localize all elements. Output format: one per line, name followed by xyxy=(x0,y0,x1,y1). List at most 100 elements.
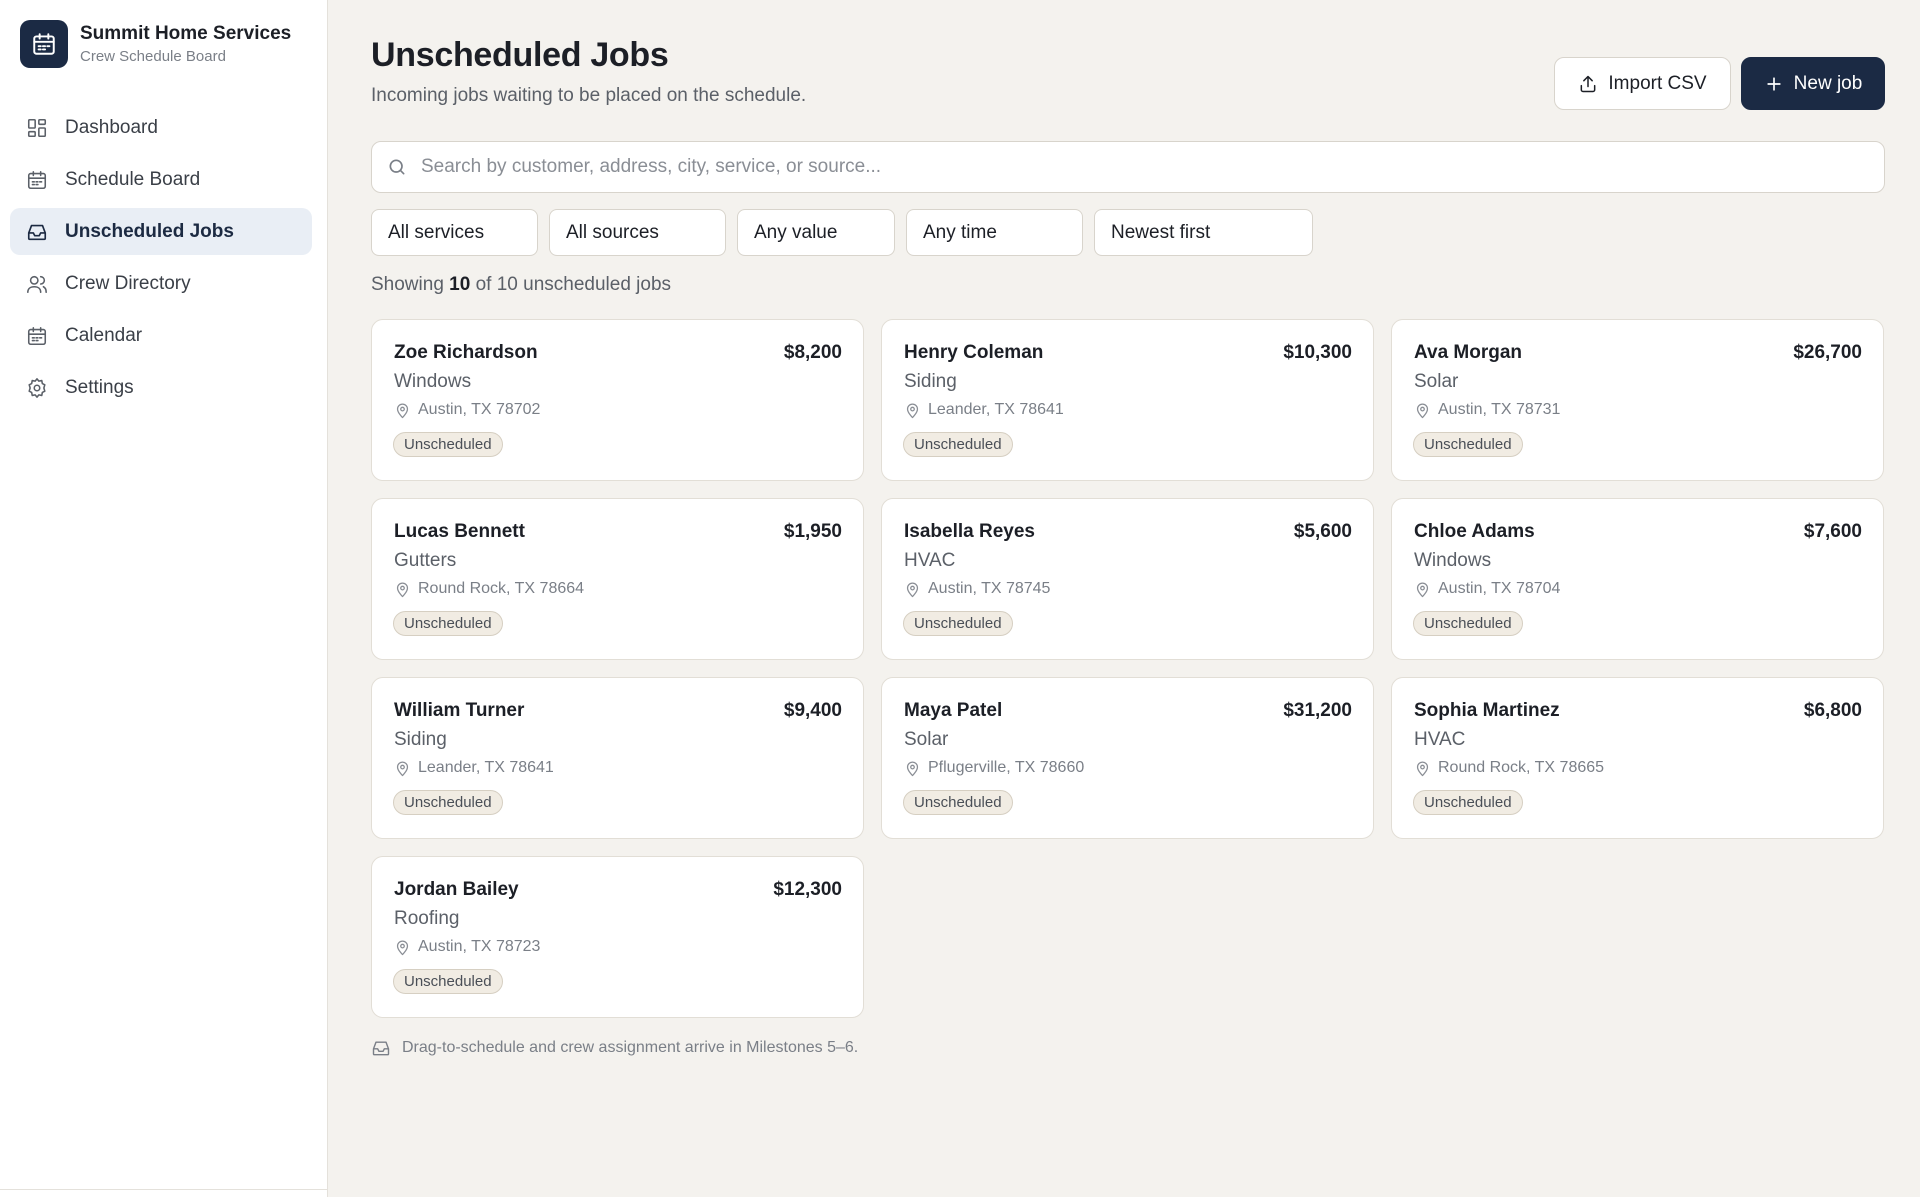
sidebar-item-label: Settings xyxy=(65,376,134,398)
status-badge: Unscheduled xyxy=(393,432,503,457)
job-value: $8,200 xyxy=(783,342,842,363)
import-csv-button[interactable]: Import CSV xyxy=(1554,57,1731,110)
customer-name: Sophia Martinez xyxy=(1414,700,1560,721)
sidebar-nav: Dashboard Schedule Board Unscheduled Job… xyxy=(10,104,312,416)
time-filter[interactable]: Any time xyxy=(906,209,1083,256)
service-type: Roofing xyxy=(394,908,460,929)
sidebar-footer-divider xyxy=(0,1189,328,1197)
service-type: Gutters xyxy=(394,550,457,571)
sidebar-item-unscheduled-jobs[interactable]: Unscheduled Jobs xyxy=(10,208,312,255)
location-text: Pflugerville, TX 78660 xyxy=(928,759,1085,776)
status-badge: Unscheduled xyxy=(903,432,1013,457)
job-location: Austin, TX 78745 xyxy=(904,580,1050,598)
job-location: Pflugerville, TX 78660 xyxy=(904,759,1084,777)
job-card[interactable]: Chloe Adams $7,600 Windows Austin, TX 78704… xyxy=(1391,498,1884,660)
search-bar xyxy=(371,141,1885,193)
job-card[interactable]: Isabella Reyes $5,600 HVAC Austin, TX 78745… xyxy=(881,498,1374,660)
milestone-note-text: Drag-to-schedule and crew assignment arr… xyxy=(402,1039,859,1056)
sidebar-item-dashboard[interactable]: Dashboard xyxy=(10,104,312,151)
service-type: Windows xyxy=(394,371,472,392)
map-pin-icon xyxy=(906,582,919,597)
source-filter[interactable]: All sources xyxy=(549,209,726,256)
job-location: Leander, TX 78641 xyxy=(394,759,554,777)
job-location: Round Rock, TX 78665 xyxy=(1414,759,1604,777)
calendar-icon xyxy=(26,325,48,347)
import-csv-label: Import CSV xyxy=(1608,72,1707,94)
service-type: Siding xyxy=(904,371,957,392)
sidebar-item-calendar[interactable]: Calendar xyxy=(10,312,312,359)
brand-name: Summit Home Services xyxy=(80,22,292,44)
job-card[interactable]: Maya Patel $31,200 Solar Pflugerville, TX 7… xyxy=(881,677,1374,839)
job-value: $7,600 xyxy=(1803,521,1862,542)
job-location: Austin, TX 78731 xyxy=(1414,401,1560,419)
service-type: HVAC xyxy=(904,550,956,571)
status-badge: Unscheduled xyxy=(393,790,503,815)
job-value: $1,950 xyxy=(783,521,842,542)
sidebar-item-crew-directory[interactable]: Crew Directory xyxy=(10,260,312,307)
job-card[interactable]: Henry Coleman $10,300 Siding Leander, TX 78… xyxy=(881,319,1374,481)
results-count: Showing 10 of 10 unscheduled jobs xyxy=(371,274,671,296)
new-job-button[interactable]: New job xyxy=(1741,57,1885,110)
customer-name: Isabella Reyes xyxy=(904,521,1035,542)
job-card[interactable]: Lucas Bennett $1,950 Gutters Round Rock, TX… xyxy=(371,498,864,660)
map-pin-icon xyxy=(1416,761,1429,776)
job-card[interactable]: Zoe Richardson $8,200 Windows Austin, TX 78… xyxy=(371,319,864,481)
service-type: Solar xyxy=(904,729,949,750)
job-location: Austin, TX 78723 xyxy=(394,938,540,956)
job-location: Austin, TX 78702 xyxy=(394,401,540,419)
new-job-label: New job xyxy=(1793,72,1863,94)
sidebar-item-label: Schedule Board xyxy=(65,168,201,190)
location-text: Leander, TX 78641 xyxy=(418,759,554,776)
job-card[interactable]: Sophia Martinez $6,800 HVAC Round Rock, TX … xyxy=(1391,677,1884,839)
status-badge: Unscheduled xyxy=(393,611,503,636)
job-value: $31,200 xyxy=(1283,700,1352,721)
sort-select[interactable]: Newest first xyxy=(1094,209,1313,256)
service-type: Windows xyxy=(1414,550,1492,571)
customer-name: Zoe Richardson xyxy=(394,342,538,363)
status-badge: Unscheduled xyxy=(1413,611,1523,636)
job-card[interactable]: William Turner $9,400 Siding Leander, TX 78… xyxy=(371,677,864,839)
sidebar-item-settings[interactable]: Settings xyxy=(10,364,312,411)
page-subtitle: Incoming jobs waiting to be placed on th… xyxy=(371,85,807,106)
inbox-icon xyxy=(26,221,48,243)
brand-subtitle: Crew Schedule Board xyxy=(80,47,226,65)
customer-name: Ava Morgan xyxy=(1414,342,1523,363)
count-prefix: Showing xyxy=(371,274,444,295)
job-location: Round Rock, TX 78664 xyxy=(394,580,584,598)
brand: Summit Home Services Crew Schedule Board xyxy=(20,20,291,68)
job-value: $6,800 xyxy=(1803,700,1862,721)
map-pin-icon xyxy=(396,940,409,955)
gear-icon xyxy=(26,377,48,399)
inbox-icon xyxy=(372,1041,390,1056)
dashboard-icon xyxy=(26,117,48,139)
sidebar: Summit Home Services Crew Schedule Board… xyxy=(0,0,328,1197)
service-type: Siding xyxy=(394,729,447,750)
count-shown: 10 xyxy=(449,274,471,295)
upload-icon xyxy=(1580,75,1596,92)
sidebar-item-label: Unscheduled Jobs xyxy=(65,220,234,242)
location-text: Austin, TX 78704 xyxy=(1438,580,1561,597)
sidebar-item-label: Dashboard xyxy=(65,116,158,138)
job-card[interactable]: Ava Morgan $26,700 Solar Austin, TX 78731 Un… xyxy=(1391,319,1884,481)
service-filter[interactable]: All services xyxy=(371,209,538,256)
job-location: Austin, TX 78704 xyxy=(1414,580,1560,598)
location-text: Austin, TX 78731 xyxy=(1438,401,1561,418)
search-icon xyxy=(389,159,405,175)
calendar-icon xyxy=(26,169,48,191)
status-badge: Unscheduled xyxy=(903,790,1013,815)
location-text: Austin, TX 78723 xyxy=(418,938,541,955)
value-filter[interactable]: Any value xyxy=(737,209,895,256)
sidebar-item-label: Calendar xyxy=(65,324,143,346)
map-pin-icon xyxy=(1416,403,1429,418)
search-input[interactable] xyxy=(421,142,1884,192)
job-card[interactable]: Jordan Bailey $12,300 Roofing Austin, TX 78… xyxy=(371,856,864,1018)
location-text: Austin, TX 78702 xyxy=(418,401,541,418)
sidebar-item-schedule-board[interactable]: Schedule Board xyxy=(10,156,312,203)
location-text: Round Rock, TX 78664 xyxy=(418,580,585,597)
service-type: Solar xyxy=(1414,371,1459,392)
map-pin-icon xyxy=(396,403,409,418)
map-pin-icon xyxy=(906,403,919,418)
customer-name: Lucas Bennett xyxy=(394,521,525,542)
customer-name: Henry Coleman xyxy=(904,342,1044,363)
location-text: Austin, TX 78745 xyxy=(928,580,1051,597)
